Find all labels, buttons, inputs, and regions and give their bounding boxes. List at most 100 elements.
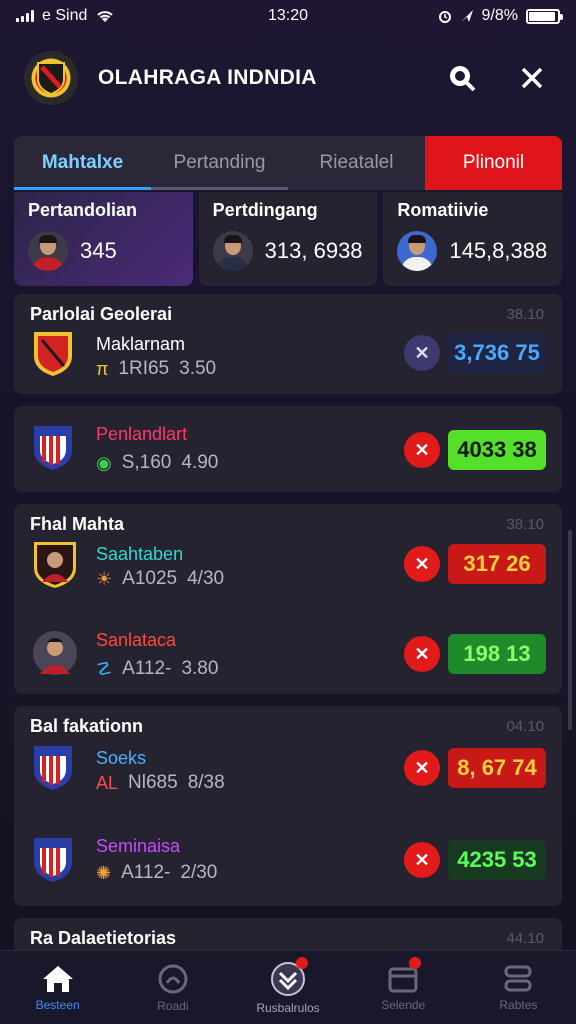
dismiss-button[interactable]: ✕ <box>404 432 440 468</box>
tab-matches[interactable]: Mahtalxe <box>14 136 151 190</box>
battery-percent: 9/8% <box>481 7 518 24</box>
close-icon: ✕ <box>414 757 430 778</box>
close-icon: ✕ <box>414 643 430 664</box>
stat-card[interactable]: Pertandolian 345 <box>14 192 193 286</box>
team-badge-icon <box>32 424 74 472</box>
nav-label: Besteen <box>35 997 80 1012</box>
close-icon: ✕ <box>414 849 430 870</box>
close-icon: ✕ <box>414 342 430 363</box>
match-meta: ◉ S,160 4.90 <box>96 452 218 474</box>
nav-label: Roadi <box>157 998 189 1013</box>
status-bar: e Sind 13:20 9/8% <box>0 0 576 32</box>
meta-icon: AL <box>96 772 119 793</box>
team-badge-icon <box>32 836 74 884</box>
meta-code: Nl685 <box>128 772 178 793</box>
close-icon: ✕ <box>414 553 430 574</box>
tab-results[interactable]: Rieatalel <box>288 136 425 190</box>
dismiss-button[interactable]: ✕ <box>404 335 440 371</box>
card-heading: Bal fakationn <box>30 716 144 736</box>
dismiss-button[interactable]: ✕ <box>404 842 440 878</box>
match-meta: ☀ A1025 4/30 <box>96 568 224 590</box>
score-badge[interactable]: 3,736 75 <box>448 333 546 373</box>
team-name: Sanlataca <box>96 630 177 650</box>
card-time: 04.10 <box>506 718 544 735</box>
nav-label: Rabtes <box>499 997 538 1012</box>
nav-schedule[interactable]: Selende <box>346 951 461 1024</box>
notification-dot <box>295 957 308 969</box>
match-card: Parlolai Geolerai 38.10 Maklarnam π 1RI6… <box>14 294 562 394</box>
stats-row: Pertandolian 345 Pertdingang 313, 6938 R… <box>14 192 563 286</box>
tab-schedule[interactable]: Pertanding <box>151 136 288 190</box>
nav-more[interactable]: Rabtes <box>461 951 576 1024</box>
nav-live[interactable]: Roadi <box>115 951 230 1024</box>
team-name: Soeks <box>96 748 147 768</box>
dismiss-button[interactable]: ✕ <box>404 750 440 786</box>
nav-label: Rusbalrulos <box>256 1000 320 1015</box>
meta-icon: ☀ <box>96 568 113 589</box>
meta-code: 1RI65 <box>118 358 170 379</box>
close-button[interactable] <box>512 58 552 98</box>
nav-label: Selende <box>381 997 426 1012</box>
match-meta: ☡ A112- 3.80 <box>96 658 218 680</box>
meta-icon: ✺ <box>96 862 112 883</box>
nav-center[interactable]: Rusbalrulos <box>230 951 345 1024</box>
match-meta: ✺ A112- 2/30 <box>96 862 217 884</box>
home-icon <box>42 965 73 992</box>
player-avatar <box>32 540 76 588</box>
nav-home[interactable]: Besteen <box>0 951 115 1024</box>
wifi-icon <box>97 11 114 22</box>
team-name: Penlandlart <box>96 424 188 444</box>
team-name: Seminaisa <box>96 836 181 856</box>
avatar <box>28 231 68 271</box>
team-badge-icon <box>32 330 74 378</box>
club-logo <box>24 51 78 105</box>
clock-icon <box>158 964 188 993</box>
stat-value: 313, 6938 <box>264 238 363 263</box>
score-badge[interactable]: 198 13 <box>448 634 546 674</box>
close-icon <box>521 67 543 89</box>
stat-card[interactable]: Romatiivie 145,8,388 <box>383 192 563 286</box>
card-time: 38.10 <box>506 306 544 323</box>
battery-icon <box>526 8 563 24</box>
team-name: Maklarnam <box>96 334 186 354</box>
signal-icon <box>16 10 34 22</box>
meta-code: A1025 <box>122 568 178 589</box>
dismiss-button[interactable]: ✕ <box>404 546 440 582</box>
app-header: OLAHRAGA INDNDIA <box>0 40 576 116</box>
search-icon <box>450 66 476 92</box>
bottom-nav: Besteen Roadi Rusbalrulos Selende Rabtes <box>0 950 576 1024</box>
match-card: Bal fakationn 04.10 Soeks AL Nl685 8/38 … <box>14 706 562 906</box>
tab-live[interactable]: Plinonil <box>425 136 562 190</box>
match-card: Fhal Mahta 38.10 Saahtaben ☀ A1025 4/30 … <box>14 504 562 694</box>
avatar <box>397 231 438 271</box>
score-badge[interactable]: 317 26 <box>448 544 546 584</box>
meta-value: 2/30 <box>180 862 218 883</box>
carrier-label: e Sind <box>42 7 88 24</box>
stat-label: Pertdingang <box>212 200 318 220</box>
stat-card[interactable]: Pertdingang 313, 6938 <box>198 192 378 286</box>
scrollbar[interactable] <box>568 530 572 730</box>
card-heading: Ra Dalaetietorias <box>30 928 177 948</box>
match-card: Penlandlart ◉ S,160 4.90 ✕ 4033 38 <box>14 406 562 492</box>
tab-bar: Mahtalxe Pertanding Rieatalel Plinonil <box>14 136 562 190</box>
stat-label: Romatiivie <box>397 200 489 220</box>
team-name: Saahtaben <box>96 544 184 564</box>
alarm-icon <box>438 11 451 23</box>
stat-value: 345 <box>80 238 117 263</box>
meta-value: 4/30 <box>187 568 225 589</box>
location-icon <box>460 10 473 22</box>
search-button[interactable] <box>442 58 482 98</box>
match-meta: AL Nl685 8/38 <box>96 772 225 794</box>
score-badge[interactable]: 4235 53 <box>448 840 546 880</box>
score-badge[interactable]: 8, 67 74 <box>448 748 546 788</box>
close-icon: ✕ <box>414 439 430 460</box>
card-time: 44.10 <box>506 930 544 947</box>
match-list: Parlolai Geolerai 38.10 Maklarnam π 1RI6… <box>14 294 562 990</box>
score-badge[interactable]: 4033 38 <box>448 430 546 470</box>
player-avatar <box>32 628 77 676</box>
dismiss-button[interactable]: ✕ <box>404 636 440 672</box>
meta-code: A112- <box>121 862 171 883</box>
avatar <box>212 231 253 271</box>
card-heading: Parlolai Geolerai <box>30 304 173 324</box>
meta-code: S,160 <box>121 452 172 473</box>
